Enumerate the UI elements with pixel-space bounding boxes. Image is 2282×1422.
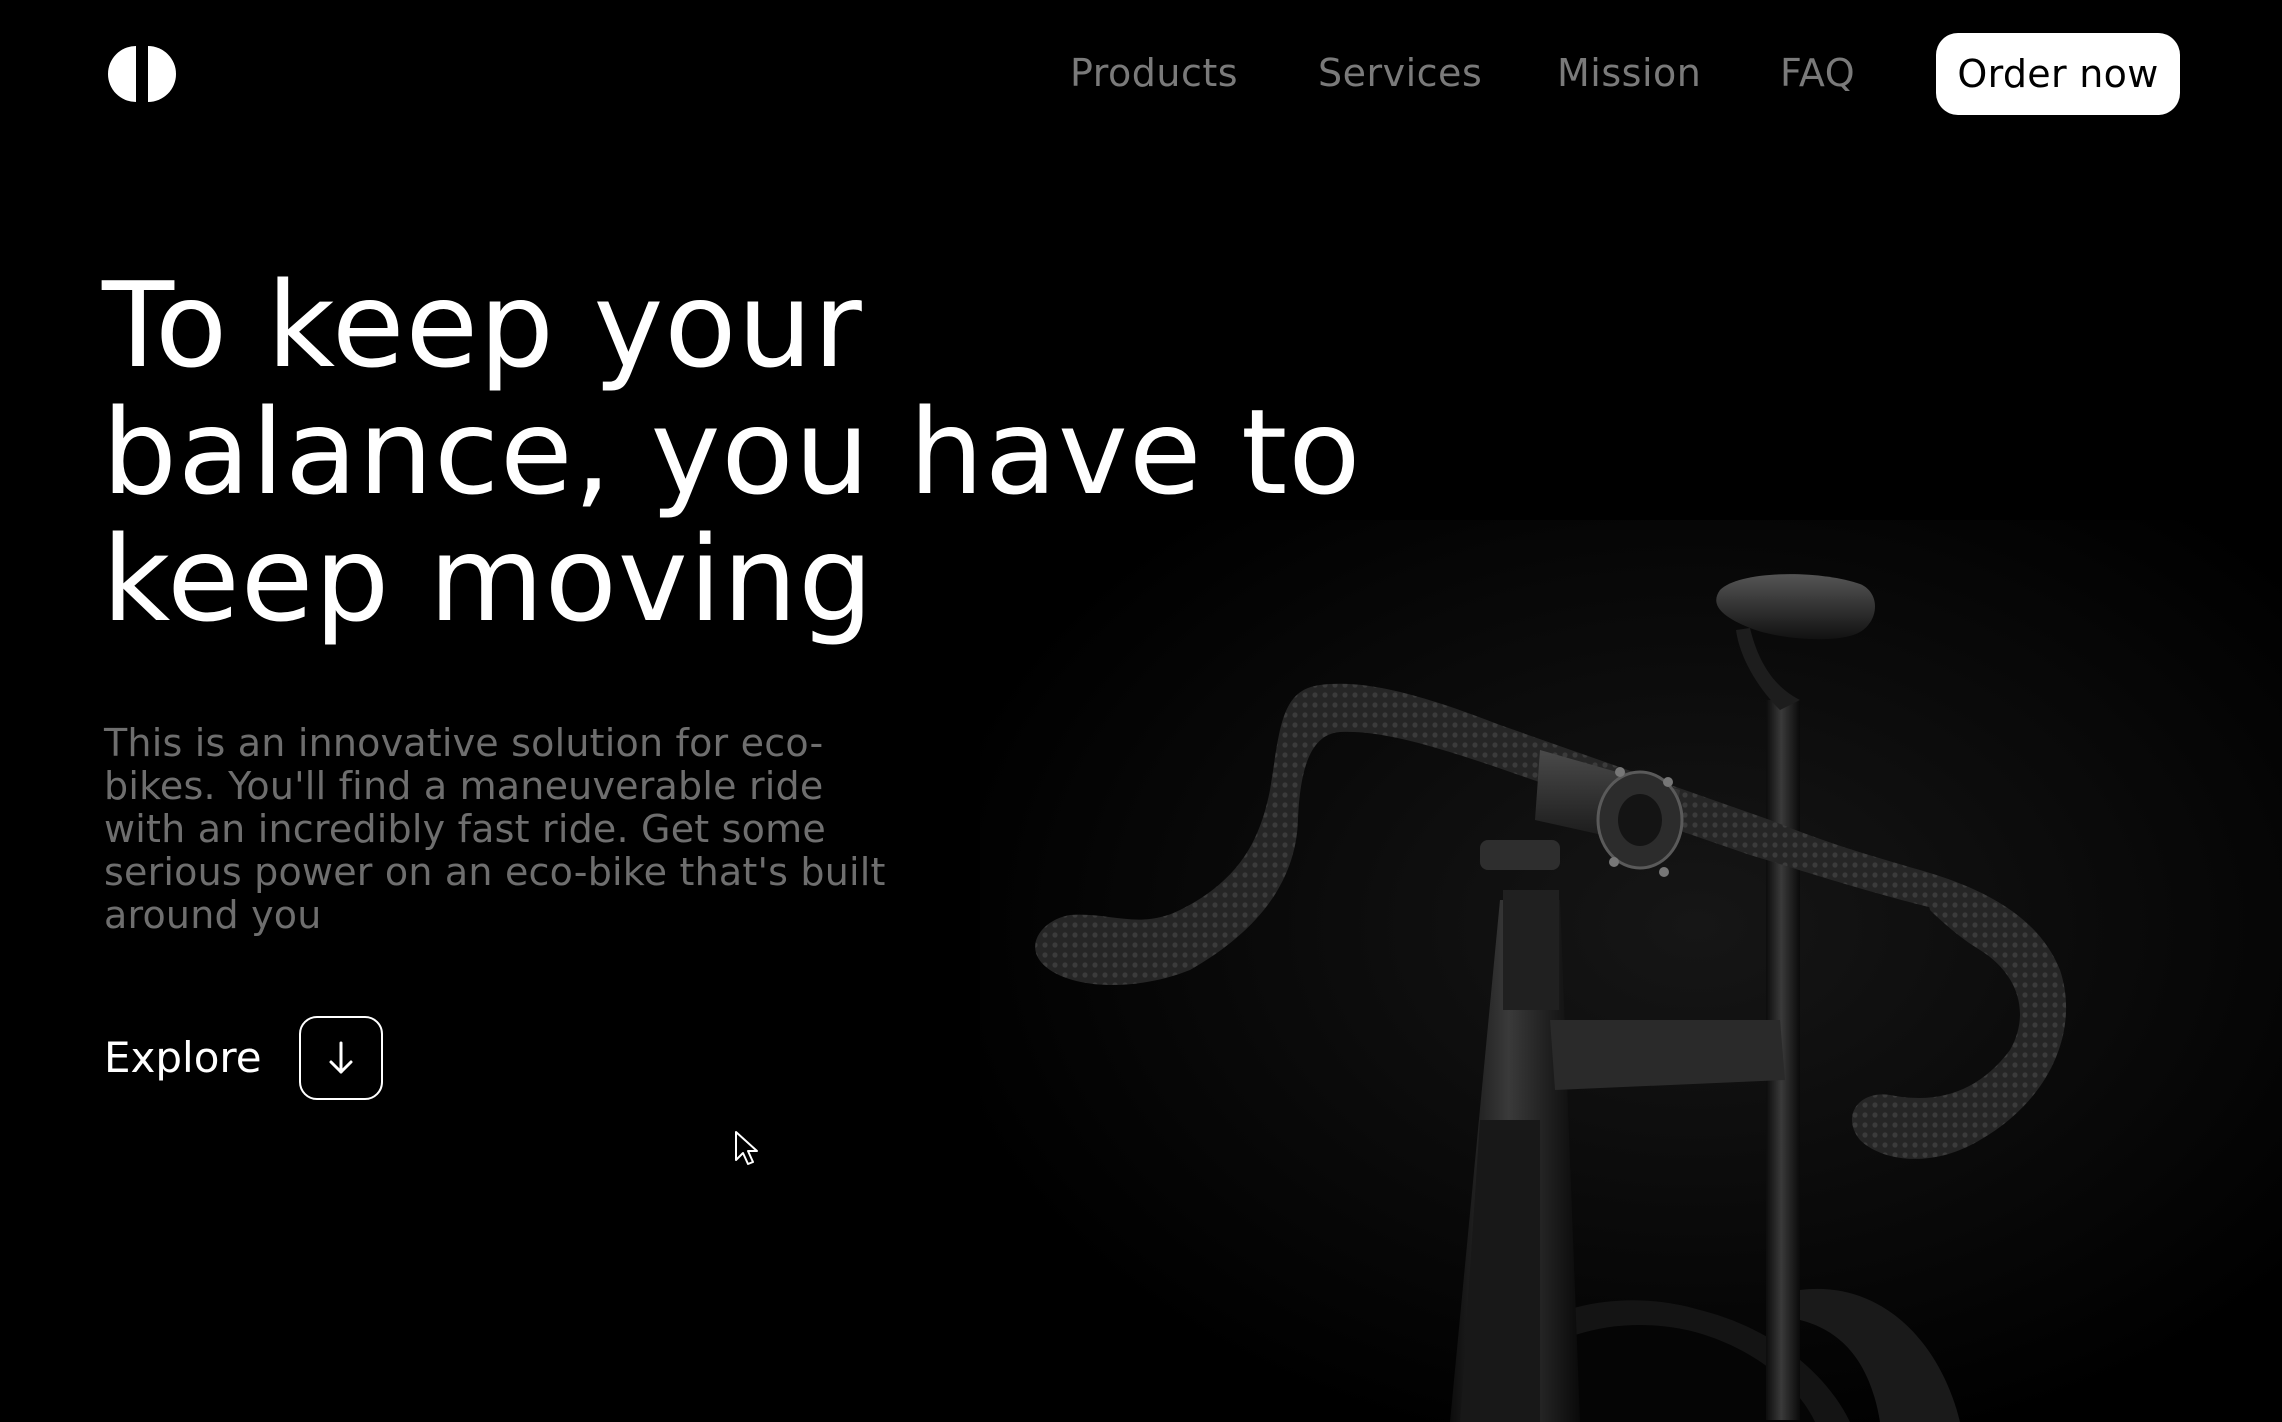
- bicycle-handlebars-image: [980, 520, 2282, 1422]
- nav-link-faq[interactable]: FAQ: [1780, 48, 1855, 98]
- nav-link-products[interactable]: Products: [1070, 48, 1238, 98]
- top-navigation: Products Services Mission FAQ Order now: [0, 0, 2282, 150]
- hero-headline-line-1: To keep your: [102, 256, 863, 394]
- nav-link-mission[interactable]: Mission: [1557, 48, 1701, 98]
- explore-button[interactable]: [299, 1016, 383, 1100]
- mouse-pointer-icon: [735, 1131, 758, 1165]
- hero-headline-line-3: keep moving: [102, 510, 875, 648]
- landing-page: Products Services Mission FAQ Order now: [0, 0, 2282, 1422]
- explore-label[interactable]: Explore: [104, 1030, 262, 1086]
- arrow-down-icon: [329, 1041, 353, 1074]
- hero-headline: To keep your balance, you have to keep m…: [102, 262, 1402, 643]
- nav-link-services[interactable]: Services: [1318, 48, 1482, 98]
- hero-headline-line-2: balance, you have to: [102, 383, 1362, 521]
- hero-description: This is an innovative solution for eco-b…: [104, 721, 886, 937]
- half-moon-logo-icon[interactable]: [104, 44, 190, 104]
- order-now-button[interactable]: Order now: [1936, 33, 2180, 115]
